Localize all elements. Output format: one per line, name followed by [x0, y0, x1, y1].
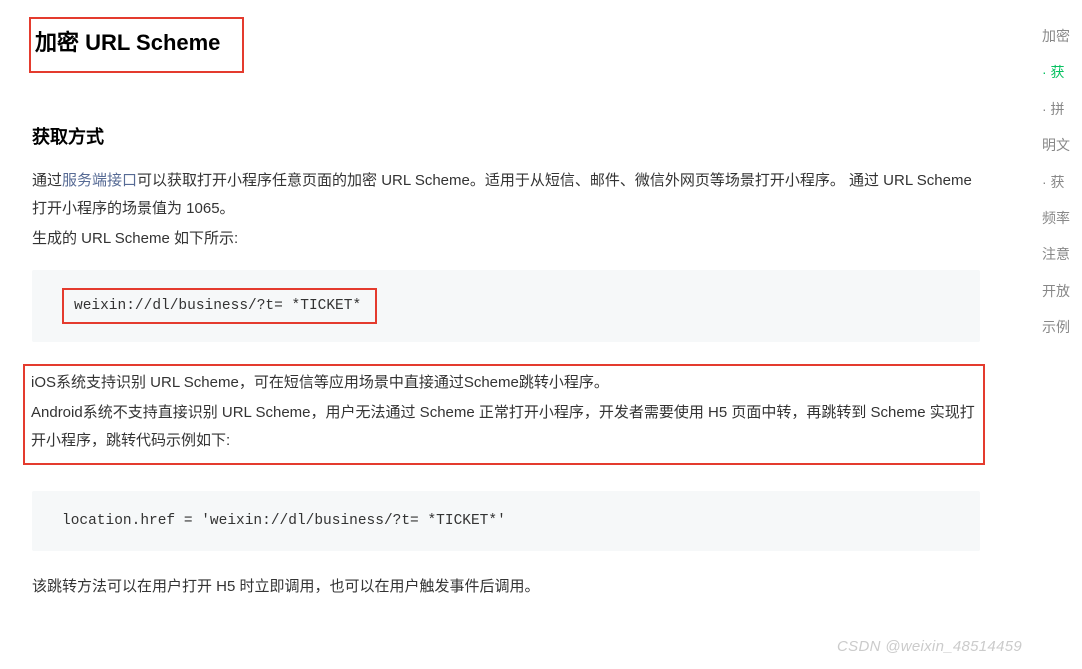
title-wrapper: 加密 URL Scheme — [32, 20, 980, 73]
usage-paragraph: 该跳转方法可以在用户打开 H5 时立即调用，也可以在用户触发事件后调用。 — [32, 573, 980, 601]
toc-item[interactable]: 开放 — [1042, 273, 1082, 309]
server-api-link[interactable]: 服务端接口 — [62, 172, 137, 189]
watermark: CSDN @weixin_48514459 — [837, 638, 1022, 655]
code-location-text: location.href = 'weixin://dl/business/?t… — [62, 513, 506, 529]
highlight-box-code: weixin://dl/business/?t= *TICKET* — [62, 288, 377, 324]
code-block-location: location.href = 'weixin://dl/business/?t… — [32, 491, 980, 551]
main-content: 加密 URL Scheme 获取方式 通过服务端接口可以获取打开小程序任意页面的… — [0, 0, 1010, 622]
toc-item[interactable]: 频率 — [1042, 200, 1082, 236]
right-toc-nav: 加密· 获· 拼明文· 获频率注意开放示例 — [1042, 18, 1082, 346]
toc-item[interactable]: 注意 — [1042, 236, 1082, 272]
highlight-box-title: 加密 URL Scheme — [29, 17, 244, 73]
page-title: 加密 URL Scheme — [31, 21, 232, 61]
toc-item[interactable]: 示例 — [1042, 309, 1082, 345]
intro-suffix: 可以获取打开小程序任意页面的加密 URL Scheme。适用于从短信、邮件、微信… — [32, 172, 972, 217]
android-paragraph: Android系统不支持直接识别 URL Scheme，用户无法通过 Schem… — [31, 399, 977, 455]
toc-item[interactable]: 加密 — [1042, 18, 1082, 54]
toc-item[interactable]: · 拼 — [1042, 91, 1082, 127]
section-heading-get-method: 获取方式 — [32, 123, 980, 149]
toc-item[interactable]: · 获 — [1042, 164, 1082, 200]
code-block-scheme: weixin://dl/business/?t= *TICKET* — [32, 270, 980, 342]
ios-paragraph: iOS系统支持识别 URL Scheme，可在短信等应用场景中直接通过Schem… — [31, 369, 977, 397]
intro-prefix: 通过 — [32, 172, 62, 189]
intro-paragraph-2: 生成的 URL Scheme 如下所示: — [32, 225, 980, 253]
code-scheme-text: weixin://dl/business/?t= *TICKET* — [74, 298, 361, 314]
highlight-box-platforms: iOS系统支持识别 URL Scheme，可在短信等应用场景中直接通过Schem… — [23, 364, 985, 464]
toc-item[interactable]: 明文 — [1042, 127, 1082, 163]
toc-item[interactable]: · 获 — [1042, 54, 1082, 90]
intro-paragraph-1: 通过服务端接口可以获取打开小程序任意页面的加密 URL Scheme。适用于从短… — [32, 167, 980, 223]
intro-paragraph-group: 通过服务端接口可以获取打开小程序任意页面的加密 URL Scheme。适用于从短… — [32, 167, 980, 252]
